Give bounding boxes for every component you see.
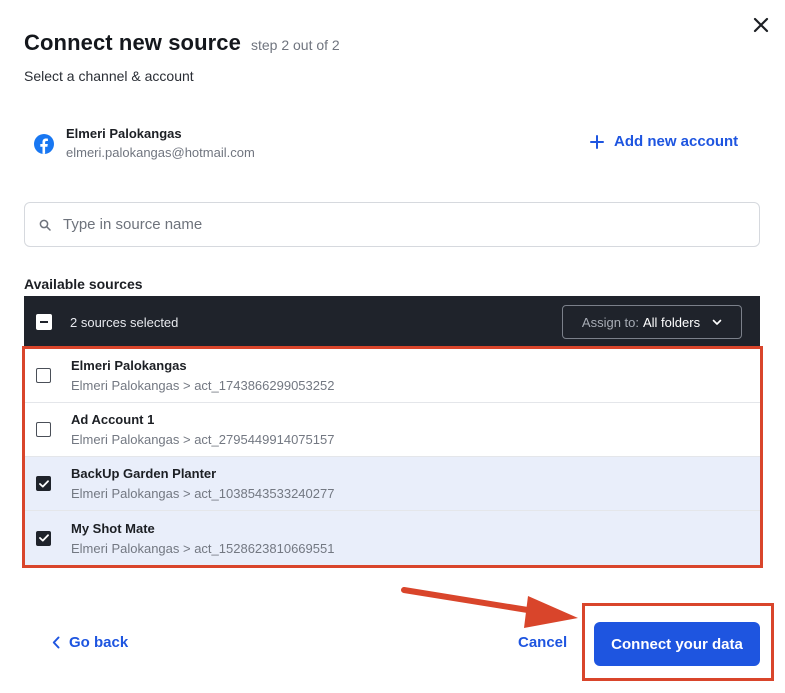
account-info: Elmeri Palokangas elmeri.palokangas@hotm… <box>34 126 255 160</box>
facebook-icon <box>34 134 54 154</box>
chevron-down-icon <box>712 319 722 325</box>
source-name: Elmeri Palokangas <box>71 358 187 373</box>
account-name: Elmeri Palokangas <box>66 126 182 141</box>
source-checkbox[interactable] <box>36 368 51 383</box>
check-icon <box>38 479 49 487</box>
plus-icon <box>590 134 604 149</box>
annotation-arrow-icon <box>401 587 578 628</box>
add-account-button[interactable]: Add new account <box>590 133 738 150</box>
select-all-checkbox[interactable] <box>36 314 52 330</box>
source-row[interactable]: My Shot Mate Elmeri Palokangas > act_152… <box>25 511 760 565</box>
assign-prefix: Assign to: <box>581 314 639 330</box>
source-name: My Shot Mate <box>71 520 155 536</box>
cancel-button[interactable]: Cancel <box>518 634 567 651</box>
close-button[interactable] <box>748 12 774 38</box>
source-row[interactable]: BackUp Garden Planter Elmeri Palokangas … <box>25 457 760 511</box>
source-checkbox[interactable] <box>36 476 51 491</box>
search-icon <box>39 219 51 231</box>
check-icon <box>38 534 49 542</box>
go-back-label: Go back <box>69 634 129 651</box>
selected-count: 2 sources selected <box>70 314 179 330</box>
source-checkbox[interactable] <box>36 422 51 437</box>
available-sources-heading: Available sources <box>24 276 143 292</box>
go-back-button[interactable]: Go back <box>52 634 128 651</box>
sources-highlight-frame: Elmeri Palokangas Elmeri Palokangas > ac… <box>22 346 763 568</box>
dialog-subtitle: Select a channel & account <box>24 68 194 84</box>
source-path: Elmeri Palokangas > act_1038543533240277 <box>71 486 335 501</box>
sources-header-bar: 2 sources selected Assign to: All folder… <box>24 296 760 348</box>
chevron-left-icon <box>52 636 60 649</box>
search-box <box>24 202 760 247</box>
source-row[interactable]: Elmeri Palokangas Elmeri Palokangas > ac… <box>25 349 760 403</box>
source-row[interactable]: Ad Account 1 Elmeri Palokangas > act_279… <box>25 403 760 457</box>
source-checkbox[interactable] <box>36 530 51 546</box>
search-input[interactable] <box>63 216 703 233</box>
close-icon <box>753 17 769 33</box>
dialog-title: Connect new source <box>24 30 241 55</box>
source-path: Elmeri Palokangas > act_1528623810669551 <box>71 540 335 556</box>
assign-value: All folders <box>643 314 701 330</box>
dialog-header: Connect new source step 2 out of 2 <box>24 30 340 56</box>
source-name: Ad Account 1 <box>71 412 155 427</box>
add-account-label: Add new account <box>614 133 739 150</box>
source-path: Elmeri Palokangas > act_2795449914075157 <box>71 432 335 447</box>
connect-data-button[interactable]: Connect your data <box>594 622 760 666</box>
step-indicator: step 2 out of 2 <box>250 37 340 53</box>
sources-list: Elmeri Palokangas Elmeri Palokangas > ac… <box>25 349 760 565</box>
source-name: BackUp Garden Planter <box>71 466 217 481</box>
source-path: Elmeri Palokangas > act_1743866299053252 <box>71 378 335 393</box>
account-email: elmeri.palokangas@hotmail.com <box>66 145 255 160</box>
assign-folder-dropdown[interactable]: Assign to: All folders <box>562 305 742 339</box>
